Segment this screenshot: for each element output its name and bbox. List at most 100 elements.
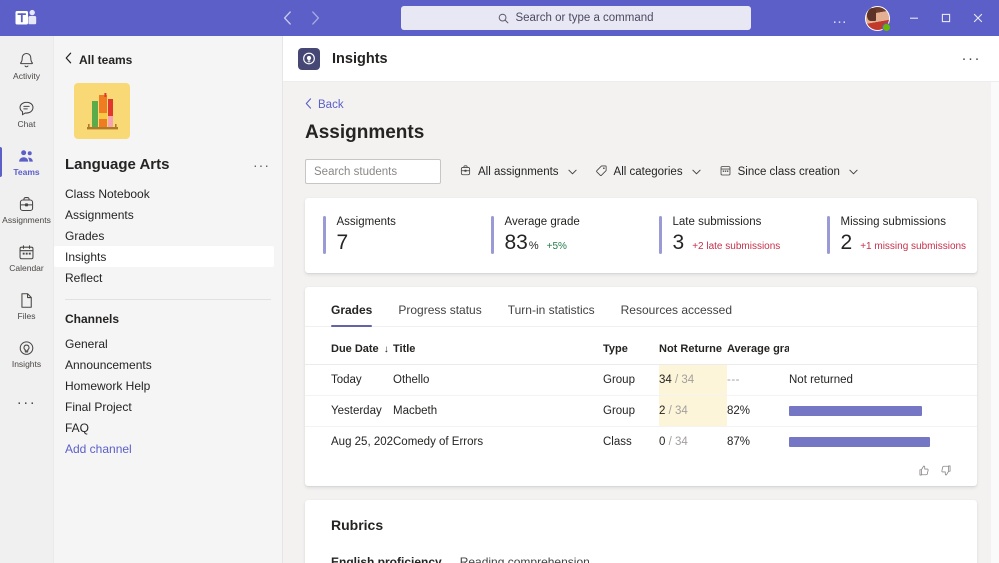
column-header-title[interactable]: Title	[393, 327, 603, 365]
channel-item-final-project[interactable]: Final Project	[54, 396, 282, 417]
cell-not-returned: 0 / 34	[659, 436, 688, 448]
stat-delta: +2 late submissions	[692, 241, 781, 252]
team-nav-list: Class Notebook Assignments Grades Insigh…	[54, 183, 282, 288]
cell-title: Macbeth	[393, 395, 603, 427]
cell-due-date: Today	[305, 364, 393, 396]
chevron-left-icon	[305, 98, 312, 112]
stat-delta: +5%	[546, 241, 567, 252]
add-channel-button[interactable]: Add channel	[54, 438, 282, 459]
summary-stats-card: Assigments 7 Average grade 83% +5% Late …	[305, 198, 977, 273]
table-row[interactable]: Yesterday Macbeth Group 2 / 34 82%	[305, 395, 977, 427]
team-avatar[interactable]	[74, 83, 130, 139]
forward-button[interactable]	[302, 5, 328, 31]
cell-grade-bar	[789, 427, 977, 458]
all-teams-label: All teams	[79, 52, 133, 67]
grade-bar-fill	[789, 406, 922, 416]
column-header-not-returned[interactable]: Not Returne	[659, 327, 727, 365]
channel-item-homework-help[interactable]: Homework Help	[54, 375, 282, 396]
back-label: Back	[318, 99, 344, 111]
tab-english-proficiency[interactable]: English proficiency	[331, 555, 442, 563]
vertical-scrollbar[interactable]	[991, 82, 999, 563]
tab-grades[interactable]: Grades	[331, 303, 373, 327]
minimize-button[interactable]	[899, 3, 929, 33]
rail-item-label: Chat	[17, 119, 36, 130]
stat-label: Assigments	[336, 216, 396, 228]
filter-label: All assignments	[478, 165, 559, 178]
search-students-input[interactable]	[305, 159, 441, 184]
sidebar-item-assignments[interactable]: Assignments	[54, 204, 274, 225]
filter-all-assignments[interactable]: All assignments	[459, 164, 577, 180]
tab-turn-in-statistics[interactable]: Turn-in statistics	[508, 303, 595, 326]
history-nav	[274, 5, 328, 31]
maximize-button[interactable]	[931, 3, 961, 33]
rail-item-activity[interactable]: Activity	[0, 42, 54, 90]
channel-label: Homework Help	[65, 378, 151, 393]
channel-label: Final Project	[65, 399, 132, 414]
add-channel-label: Add channel	[65, 441, 132, 456]
rail-item-assignments[interactable]: Assignments	[0, 186, 54, 234]
column-header-due-date[interactable]: Due Date ↓	[305, 327, 393, 365]
thumbs-down-icon[interactable]	[940, 464, 953, 477]
thumbs-up-icon[interactable]	[917, 464, 930, 477]
stat-accent-bar	[491, 216, 494, 254]
tab-label: Turn-in statistics	[507, 303, 595, 317]
sidebar-item-class-notebook[interactable]: Class Notebook	[54, 183, 274, 204]
channel-item-faq[interactable]: FAQ	[54, 417, 282, 438]
team-name-label: Language Arts	[65, 156, 170, 173]
channels-section-title: Channels	[65, 312, 120, 326]
rail-item-calendar[interactable]: Calendar	[0, 234, 54, 282]
main-content: Insights ··· Back Assignments Search stu…	[283, 36, 999, 563]
insights-more-button[interactable]: ···	[958, 47, 986, 70]
filter-date-range[interactable]: Since class creation	[719, 164, 858, 180]
chevron-left-icon	[65, 52, 72, 67]
command-search-box[interactable]: Search or type a command	[401, 6, 751, 30]
all-teams-button[interactable]: All teams	[54, 36, 282, 81]
column-header-type[interactable]: Type	[603, 327, 659, 365]
avatar[interactable]	[865, 5, 891, 32]
stats-row: Assigments 7 Average grade 83% +5% Late …	[305, 198, 977, 273]
bar-track	[789, 437, 977, 447]
tab-resources-accessed[interactable]: Resources accessed	[621, 303, 732, 326]
tab-reading-comprehension[interactable]: Reading comprehension	[460, 555, 590, 563]
sidebar-item-insights[interactable]: Insights	[54, 246, 274, 267]
sidebar-item-grades[interactable]: Grades	[54, 225, 274, 246]
filter-all-categories[interactable]: All categories	[595, 164, 701, 180]
insights-app-header: Insights ···	[283, 36, 999, 82]
back-button[interactable]	[274, 5, 300, 31]
table-row[interactable]: Aug 25, 2021 Comedy of Errors Class 0 / …	[305, 427, 977, 458]
table-row[interactable]: Today Othello Group 34 / 34 --- Not retu…	[305, 364, 977, 396]
rail-more-button[interactable]: ···	[0, 384, 54, 420]
status-badge	[882, 22, 891, 32]
stat-delta: +1 missing submissions	[860, 241, 967, 252]
column-header-average-grade[interactable]: Average grade	[727, 327, 789, 365]
app-body: Activity Chat Teams Assignments Calendar…	[0, 36, 999, 563]
not-returned-status-text: Not returned	[789, 374, 853, 386]
cell-type: Group	[603, 364, 659, 396]
rubric-tab-label: English proficiency	[331, 555, 442, 563]
channel-item-general[interactable]: General	[54, 333, 282, 354]
cell-average-grade: 82%	[727, 395, 789, 427]
column-header-grade-bar	[789, 327, 977, 365]
content: Back Assignments All assignments	[283, 82, 999, 563]
window-controls: …	[824, 3, 999, 33]
app-settings-more-button[interactable]: …	[824, 11, 856, 26]
search-area: Search or type a command	[328, 6, 824, 30]
grades-tabs: Grades Progress status Turn-in statistic…	[305, 287, 977, 327]
stat-value: 7	[336, 231, 349, 254]
channel-item-announcements[interactable]: Announcements	[54, 354, 282, 375]
lightbulb-icon	[298, 47, 320, 70]
tab-progress-status[interactable]: Progress status	[398, 303, 481, 326]
back-link[interactable]: Back	[305, 98, 344, 112]
rail-item-files[interactable]: Files	[0, 282, 54, 330]
sidebar-item-reflect[interactable]: Reflect	[54, 267, 274, 288]
close-button[interactable]	[963, 3, 993, 33]
app-rail: Activity Chat Teams Assignments Calendar…	[0, 36, 54, 563]
chevron-down-icon	[849, 166, 858, 178]
stat-label: Missing submissions	[840, 216, 946, 228]
rail-item-label: Files	[17, 311, 36, 322]
channel-label: General	[65, 336, 108, 351]
rail-item-insights[interactable]: Insights	[0, 330, 54, 378]
team-more-button[interactable]: ···	[253, 158, 270, 172]
rail-item-teams[interactable]: Teams	[0, 138, 54, 186]
rail-item-chat[interactable]: Chat	[0, 90, 54, 138]
